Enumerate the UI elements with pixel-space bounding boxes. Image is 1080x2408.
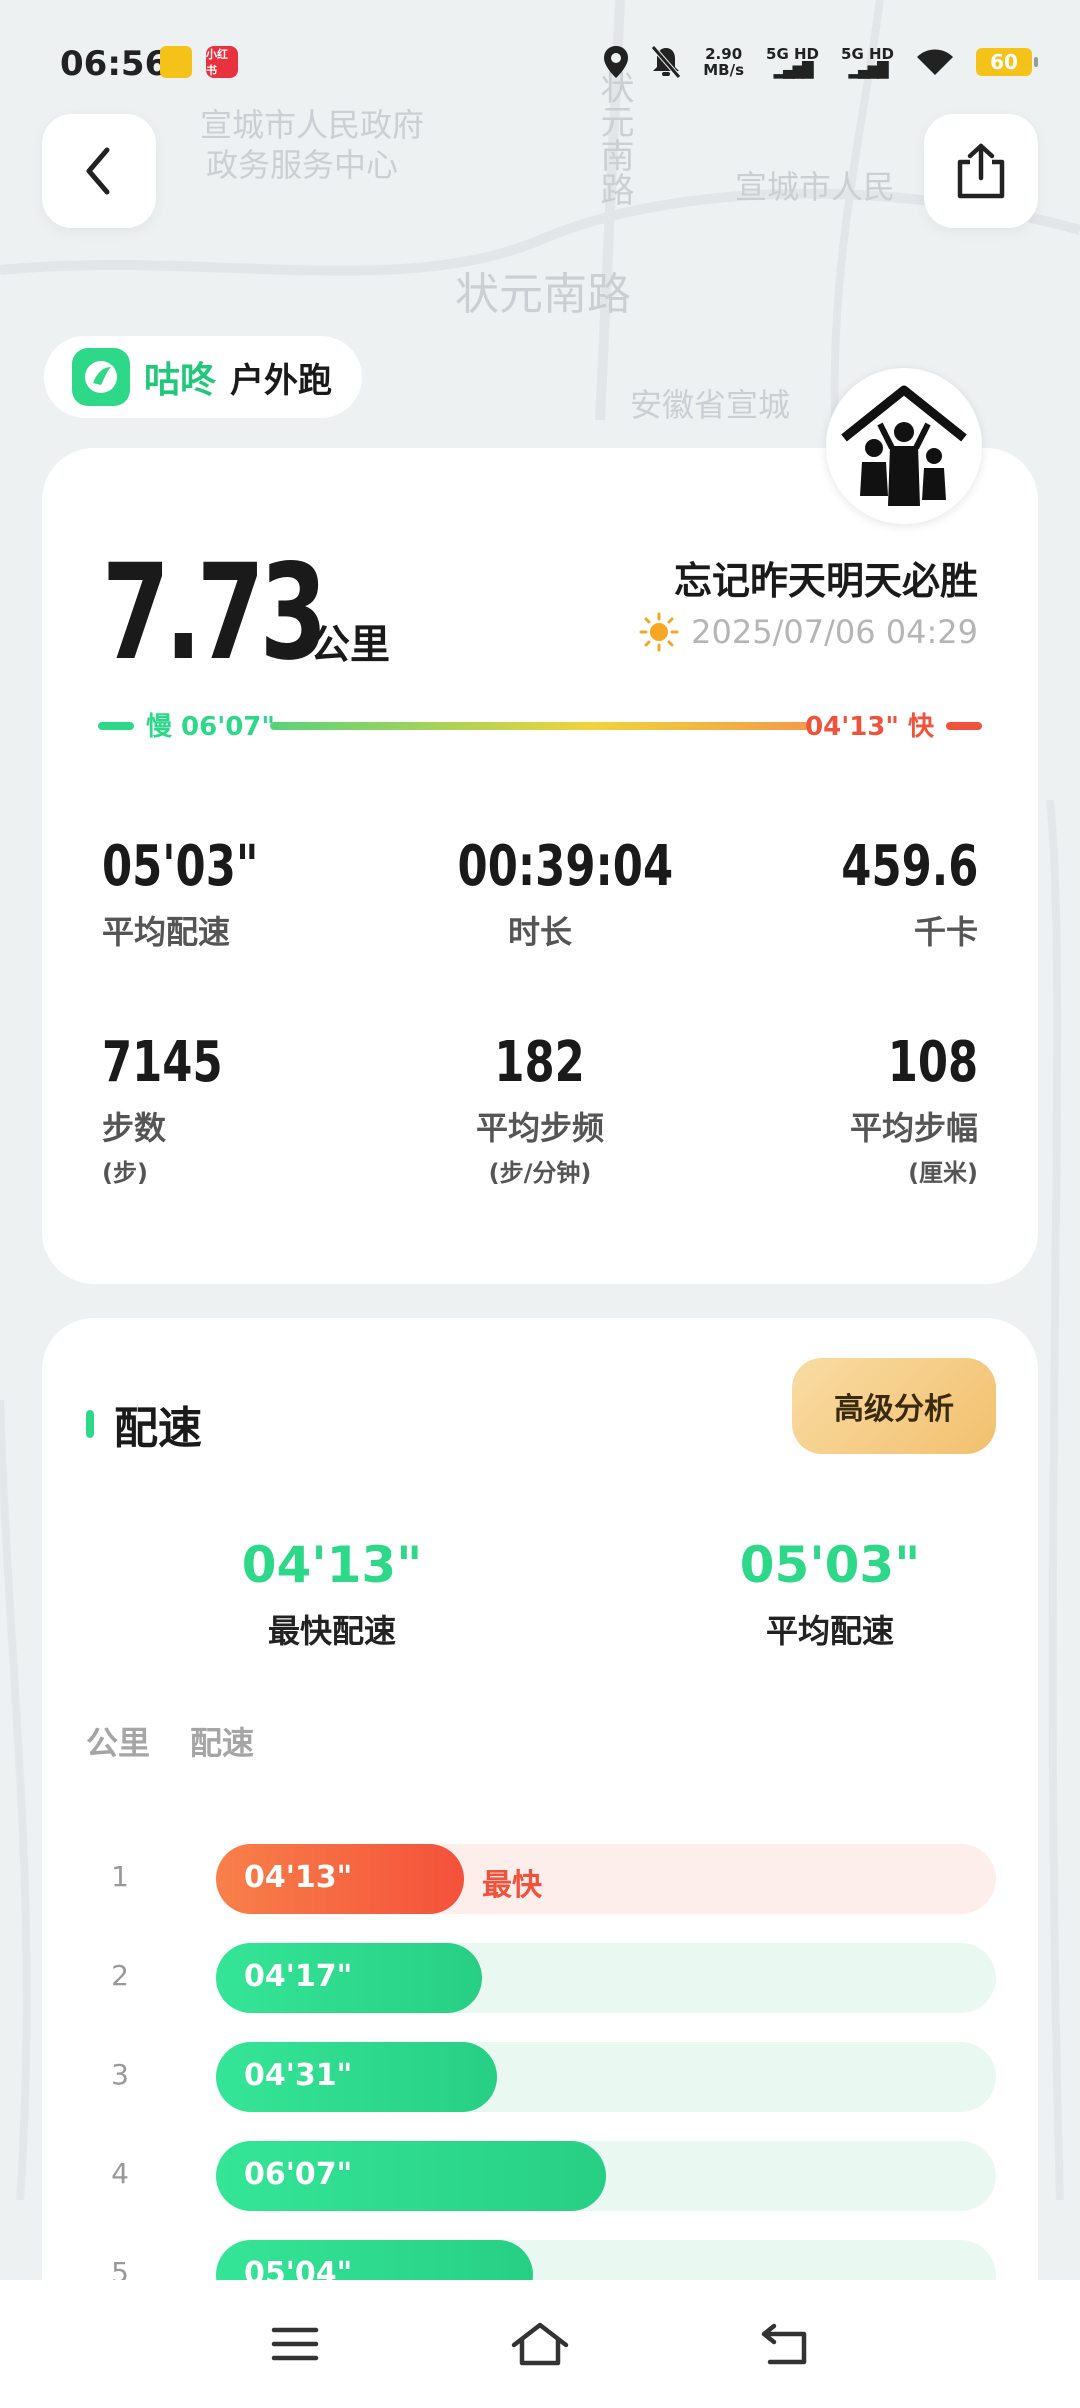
split-pace: 04'17" (244, 1959, 353, 1994)
status-time: 06:56 (60, 44, 169, 84)
chevron-left-icon (86, 147, 110, 195)
pace-gradient (270, 722, 810, 730)
fastest-tag: 最快 (482, 1868, 542, 1903)
fastest-pace-label: 最快配速 (267, 1612, 396, 1650)
stat-calories: 459.6 千卡 (840, 834, 978, 951)
sunny-icon (639, 612, 679, 652)
menu-icon[interactable] (270, 2324, 320, 2364)
brand-activity: 户外跑 (230, 360, 333, 401)
summary-card: 7.73 公里 忘记昨天明天必胜 2025/07/06 04:29 慢 06'0… (42, 448, 1038, 1284)
fast-marker (946, 722, 982, 730)
family-house-icon (841, 385, 967, 506)
map-label: 宣城市人民 (735, 168, 896, 206)
advanced-analysis-button[interactable]: 高级分析 (792, 1358, 996, 1454)
run-date: 2025/07/06 04:29 (639, 612, 978, 652)
slow-marker (98, 722, 134, 730)
user-name: 忘记昨天明天必胜 (673, 559, 978, 603)
signal-icon: 5G HD ▂▄▆█ (841, 45, 894, 79)
status-icons: 2.90 MB/s 5G HD ▂▄▆█ 5G HD ▂▄▆█ 60 (603, 40, 1038, 84)
stat-steps: 7145 步数 (步) (102, 1030, 223, 1187)
average-pace: 05'03" 平均配速 (670, 1536, 990, 1652)
notification-app-icon: 小红书 (206, 46, 238, 78)
network-speed: 2.90 MB/s (703, 45, 745, 79)
split-pace: 04'31" (244, 2058, 353, 2093)
split-pace: 06'07" (244, 2157, 353, 2192)
fast-pace-label: 04'13" 快 (805, 712, 934, 742)
split-pace: 04'13" (244, 1860, 353, 1895)
fastest-pace-value: 04'13" (241, 1536, 423, 1594)
split-km: 1 (111, 1860, 129, 1893)
home-icon[interactable] (510, 2321, 570, 2367)
back-button[interactable] (42, 114, 156, 228)
fastest-pace: 04'13" 最快配速 (172, 1536, 492, 1652)
share-icon (957, 143, 1005, 199)
map-label: 状元南路 (455, 269, 631, 320)
pace-title: 配速 (114, 1403, 202, 1454)
battery-icon: 60 (976, 48, 1038, 76)
split-track: 04'31" (216, 2042, 996, 2112)
stat-avg-pace: 05'03" 平均配速 (102, 834, 259, 951)
map-label: 安徽省宣城 (630, 386, 791, 424)
split-row: 1 04'13" 最快 (86, 1844, 996, 1914)
map-label: 政务服务中心 (206, 146, 399, 184)
col-pace: 配速 (190, 1724, 255, 1762)
stat-cadence: 182 平均步频 (步/分钟) (475, 1030, 604, 1187)
stat-stride: 108 平均步幅 (厘米) (849, 1030, 978, 1187)
split-row: 4 06'07" (86, 2141, 996, 2211)
date-text: 2025/07/06 04:29 (691, 613, 978, 651)
user-avatar[interactable] (826, 368, 982, 524)
split-track: 04'13" 最快 (216, 1844, 996, 1914)
signal-icon: 5G HD ▂▄▆█ (766, 45, 820, 79)
col-km: 公里 (86, 1724, 151, 1762)
section-title: 配速 (86, 1392, 202, 1456)
notification-app-icon (160, 46, 192, 78)
mute-icon (651, 45, 682, 79)
split-km: 4 (111, 2157, 129, 2190)
title-accent (86, 1410, 94, 1438)
average-pace-label: 平均配速 (765, 1612, 894, 1650)
share-button[interactable] (924, 114, 1038, 228)
splits-header: 公里 配速 (86, 1718, 254, 1764)
split-row: 2 04'17" (86, 1943, 996, 2013)
split-km: 2 (111, 1959, 129, 1992)
system-nav-bar (0, 2280, 1080, 2408)
average-pace-value: 05'03" (739, 1536, 921, 1594)
brand-name: 咕咚 (144, 360, 217, 401)
slow-pace-label: 慢 06'07" (146, 712, 275, 742)
distance-value: 7.73 (102, 536, 328, 690)
wifi-icon (917, 49, 953, 75)
location-icon (604, 46, 629, 78)
stat-duration: 00:39:04 时长 (457, 834, 674, 951)
pace-card: 配速 高级分析 04'13" 最快配速 05'03" 平均配速 公里 配速 10… (42, 1318, 1038, 2408)
codoon-logo-icon (72, 348, 130, 406)
split-km: 3 (111, 2058, 129, 2091)
brand-badge: 咕咚 户外跑 (44, 336, 363, 418)
split-row: 3 04'31" (86, 2042, 996, 2112)
distance: 7.73 公里 (102, 536, 390, 690)
pace-range-bar: 慢 06'07" 04'13" 快 (98, 704, 982, 744)
split-track: 06'07" (216, 2141, 996, 2211)
status-bar: 06:56 小红书 2.90 MB/s 5G HD ▂▄▆█ 5G HD ▂▄▆… (0, 0, 1080, 128)
back-nav-icon[interactable] (760, 2322, 810, 2366)
split-track: 04'17" (216, 1943, 996, 2013)
